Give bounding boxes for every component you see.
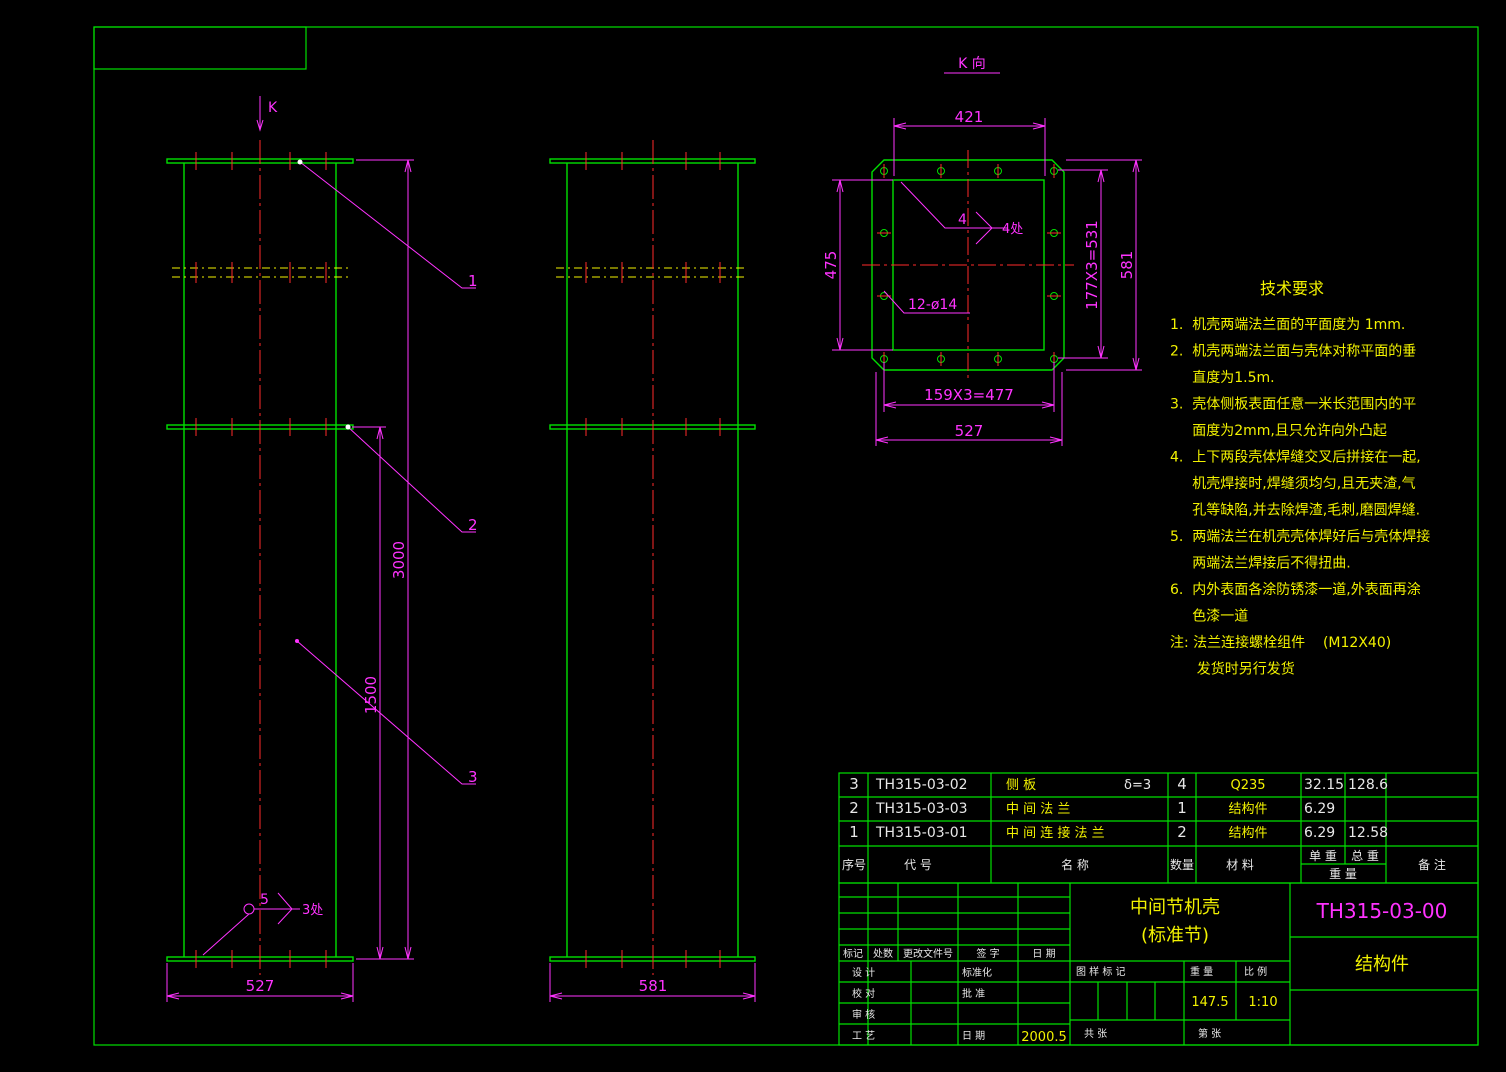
drawing-name-line2: (标准节) <box>1141 925 1209 946</box>
scale-value: 1:10 <box>1248 995 1277 1010</box>
lbl-total-sheets: 共 张 <box>1084 1028 1107 1040</box>
tech-note-line: 3. 壳体侧板表面任意一米长范围内的平 <box>1170 396 1416 413</box>
tech-note-line: 面度为2mm,且只允许向外凸起 <box>1170 423 1387 439</box>
parts-cell-unit-wt: 32.15 <box>1304 777 1344 793</box>
hdr-qty: 数量 <box>1170 857 1194 872</box>
dim-k-right-outer: 581 <box>1118 251 1136 280</box>
tech-note-line: 4. 上下两段壳体焊缝交叉后拼接在一起, <box>1170 449 1421 466</box>
parts-cell-name: 侧 板 <box>1006 778 1036 793</box>
dim-height-total: 3000 <box>390 541 408 579</box>
weld-size-k: 4 <box>958 212 967 228</box>
cad-drawing: K 3000 1500 527 1 2 3 5 3处 581 K 向 421 4… <box>93 26 1479 1046</box>
k-view: K 向 421 475 177X3=531 581 159X3=477 527 … <box>822 56 1142 446</box>
dim-width-side: 581 <box>639 977 668 995</box>
parts-cell-qty: 1 <box>1177 799 1187 817</box>
lbl-approve: 批 准 <box>962 987 985 1000</box>
hole-spec: 12-ø14 <box>908 297 957 313</box>
parts-cell-unit-wt: 6.29 <box>1304 801 1335 817</box>
tech-notes: 技术要求 1. 机壳两端法兰面的平面度为 1mm. 2. 机壳两端法兰面与壳体对称… <box>1170 279 1430 678</box>
lbl-standard: 标准化 <box>962 966 992 979</box>
hdr-no: 序号 <box>842 857 866 872</box>
date-value: 2000.5 <box>1021 1030 1067 1045</box>
tech-note-line: 2. 机壳两端法兰面与壳体对称平面的垂 <box>1170 343 1416 360</box>
rev-header: 标记 <box>843 948 863 960</box>
parts-cell-no: 2 <box>849 799 859 817</box>
parts-cell-name: 中 间 法 兰 <box>1006 802 1070 817</box>
k-view-title: K 向 <box>958 56 986 72</box>
balloon-2: 2 <box>468 516 478 534</box>
dim-k-right-inner: 177X3=531 <box>1083 220 1101 310</box>
tech-note-line: 机壳焊接时,焊缝须均匀,且无夹渣,气 <box>1170 475 1416 492</box>
title-block: 中间节机壳 (标准节) TH315-03-00 结构件 标记 处数 更改文件号 签 字… <box>838 882 1479 1046</box>
parts-cell-name: 中 间 连 接 法 兰 <box>1006 825 1105 841</box>
tech-note-line: 5. 两端法兰在机壳壳体焊好后与壳体焊接 <box>1170 528 1430 545</box>
dim-width-front: 527 <box>246 977 275 995</box>
parts-list: 3 TH315-03-02 侧 板 δ=3 4 Q235 32.15 128.6 2 TH315-… <box>838 772 1479 884</box>
dim-k-bottom-inner: 159X3=477 <box>924 386 1014 404</box>
parts-cell-material: 结构件 <box>1228 826 1267 841</box>
tech-note-line: 注: 法兰连接螺栓组件 (M12X40) <box>1170 634 1391 651</box>
weight-value: 147.5 <box>1191 995 1228 1010</box>
rev-header: 处数 <box>873 947 893 960</box>
parts-cell-total-wt: 128.6 <box>1348 777 1388 793</box>
dim-k-left: 475 <box>822 251 840 280</box>
parts-cell-material: 结构件 <box>1228 802 1267 817</box>
hdr-total-wt: 总 重 <box>1351 849 1379 863</box>
lbl-date: 日 期 <box>962 1030 985 1042</box>
parts-cell-qty: 4 <box>1177 775 1187 793</box>
hdr-name: 名 称 <box>1061 857 1089 872</box>
front-view: K 3000 1500 527 1 2 3 5 3处 <box>166 96 478 1002</box>
parts-cell-material: Q235 <box>1230 778 1265 793</box>
lbl-sheet-no: 第 张 <box>1198 1027 1221 1040</box>
rev-header: 签 字 <box>976 947 999 960</box>
hdr-code: 代 号 <box>904 858 932 872</box>
parts-cell-total-wt: 12.58 <box>1348 825 1388 841</box>
parts-cell-code: TH315-03-02 <box>875 777 968 793</box>
tech-note-line: 孔等缺陷,并去除焊渣,毛刺,磨圆焊缝. <box>1170 502 1420 519</box>
parts-cell-code: TH315-03-03 <box>875 801 968 817</box>
rev-header: 更改文件号 <box>903 947 953 960</box>
tech-notes-title: 技术要求 <box>1260 279 1324 298</box>
k-arrow-label: K <box>268 100 278 116</box>
lbl-stage-mark: 图 样 标 记 <box>1076 965 1126 978</box>
parts-cell-no: 3 <box>849 775 859 793</box>
balloon-1: 1 <box>468 272 478 290</box>
hdr-weight: 重 量 <box>1329 867 1357 881</box>
weld-size-front: 5 <box>260 892 269 908</box>
tech-note-line: 1. 机壳两端法兰面的平面度为 1mm. <box>1170 316 1405 333</box>
lbl-process: 工 艺 <box>852 1030 875 1042</box>
parts-cell-qty: 2 <box>1177 823 1187 841</box>
hdr-remark: 备 注 <box>1418 857 1446 872</box>
tech-note-line: 直度为1.5m. <box>1170 369 1275 386</box>
weld-count-k: 4处 <box>1002 222 1023 237</box>
drawing-number: TH315-03-00 <box>1316 899 1448 923</box>
dim-height-half: 1500 <box>362 676 380 714</box>
drawing-name-line1: 中间节机壳 <box>1130 897 1220 918</box>
tech-note-line: 发货时另行发货 <box>1170 661 1295 678</box>
hdr-unit-wt: 单 重 <box>1309 849 1337 863</box>
rev-header: 日 期 <box>1032 948 1055 960</box>
lbl-design: 设 计 <box>852 966 875 979</box>
hdr-material: 材 料 <box>1226 858 1254 872</box>
dim-k-top: 421 <box>955 108 984 126</box>
weld-symbol-front <box>202 892 300 956</box>
parts-cell-extra: δ=3 <box>1124 778 1151 793</box>
side-view: 581 <box>549 140 756 1002</box>
parts-cell-no: 1 <box>849 823 859 841</box>
tech-note-line: 色漆一道 <box>1170 608 1248 625</box>
drawing-category: 结构件 <box>1355 954 1409 975</box>
balloon-3: 3 <box>468 768 478 786</box>
tech-note-line: 6. 内外表面各涂防锈漆一道,外表面再涂 <box>1170 582 1421 598</box>
lbl-review: 审 核 <box>852 1008 875 1021</box>
weld-count-front: 3处 <box>302 903 323 918</box>
dim-k-bottom-outer: 527 <box>955 422 984 440</box>
lbl-weight: 重 量 <box>1190 965 1213 978</box>
lbl-scale: 比 例 <box>1244 965 1267 978</box>
lbl-check: 校 对 <box>852 987 875 1000</box>
parts-cell-unit-wt: 6.29 <box>1304 825 1335 841</box>
tech-note-line: 两端法兰焊接后不得扭曲. <box>1170 555 1351 572</box>
parts-cell-code: TH315-03-01 <box>875 825 968 841</box>
